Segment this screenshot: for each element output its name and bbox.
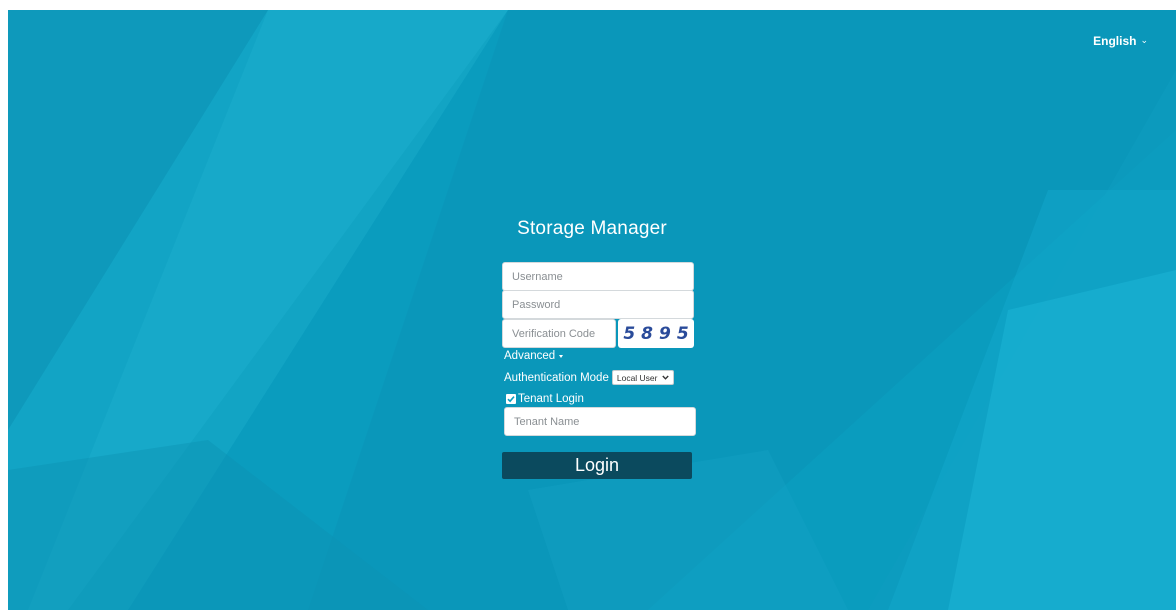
language-label: English bbox=[1093, 34, 1137, 48]
tenant-name-input[interactable] bbox=[504, 407, 696, 436]
auth-mode-select[interactable]: Local User bbox=[611, 370, 674, 385]
advanced-toggle[interactable]: Advanced bbox=[504, 350, 564, 362]
username-input[interactable] bbox=[502, 262, 694, 291]
auth-mode-label: Authentication Mode bbox=[504, 371, 609, 384]
captcha-image[interactable]: 5895 bbox=[618, 319, 694, 348]
chevron-down-icon: ⌄ bbox=[1140, 34, 1148, 45]
password-input[interactable] bbox=[502, 290, 694, 319]
tenant-login-label: Tenant Login bbox=[518, 393, 584, 405]
page-title: Storage Manager bbox=[517, 218, 667, 239]
select-chevron-icon bbox=[661, 375, 669, 380]
auth-mode-row: Authentication Mode Local User bbox=[504, 370, 674, 385]
tenant-login-checkbox[interactable]: Tenant Login bbox=[506, 393, 584, 405]
verification-code-input[interactable] bbox=[502, 319, 616, 348]
advanced-label: Advanced bbox=[504, 350, 556, 362]
language-selector[interactable]: English ⌄ bbox=[1093, 34, 1148, 48]
login-button[interactable]: Login bbox=[502, 452, 692, 479]
login-page: English ⌄ Storage Manager 5895 Advanced … bbox=[8, 10, 1176, 610]
auth-mode-value: Local User bbox=[616, 372, 658, 383]
checkbox-checked-icon bbox=[506, 394, 516, 404]
caret-down-icon bbox=[559, 355, 564, 358]
